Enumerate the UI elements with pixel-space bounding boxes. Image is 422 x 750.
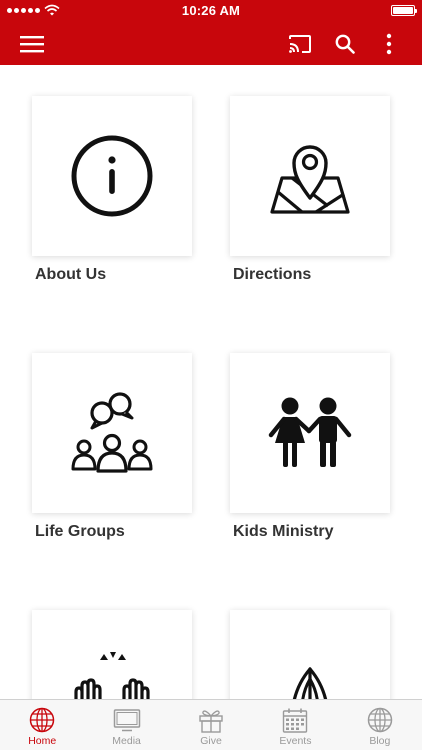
tile-label: About Us bbox=[35, 266, 107, 283]
tile-card[interactable] bbox=[32, 96, 192, 256]
tab-label: Media bbox=[112, 735, 141, 747]
children-icon bbox=[268, 397, 352, 467]
app-header: 10:26 AM bbox=[0, 0, 422, 65]
worship-hands-icon bbox=[74, 652, 150, 699]
group-chat-icon bbox=[71, 392, 153, 473]
tab-label: Events bbox=[279, 735, 312, 747]
toolbar bbox=[0, 22, 422, 65]
tile-prayer[interactable] bbox=[230, 610, 390, 699]
calendar-icon bbox=[283, 708, 308, 733]
search-icon[interactable] bbox=[331, 30, 359, 58]
tab-label: Blog bbox=[369, 735, 391, 747]
tab-events[interactable]: Events bbox=[253, 700, 337, 750]
status-time: 10:26 AM bbox=[181, 3, 241, 18]
battery-icon bbox=[391, 5, 417, 16]
tile-life-groups[interactable]: Life Groups bbox=[32, 353, 192, 541]
globe-icon bbox=[367, 707, 393, 733]
tv-icon bbox=[113, 709, 140, 732]
cast-icon[interactable] bbox=[286, 30, 314, 58]
hamburger-menu-icon[interactable] bbox=[18, 30, 46, 58]
tile-worship[interactable] bbox=[32, 610, 192, 699]
tile-directions[interactable]: Directions bbox=[230, 96, 390, 284]
tab-give[interactable]: Give bbox=[169, 700, 253, 750]
gift-icon bbox=[199, 710, 223, 733]
status-bar: 10:26 AM bbox=[0, 0, 422, 22]
home-grid: About Us Directions Life Groups Kids Min… bbox=[0, 65, 422, 699]
tile-label: Kids Ministry bbox=[233, 523, 334, 540]
praying-hands-icon bbox=[292, 667, 328, 699]
tile-about-us[interactable]: About Us bbox=[32, 96, 192, 284]
tab-label: Give bbox=[200, 735, 222, 747]
tile-label: Life Groups bbox=[35, 523, 125, 540]
globe-icon bbox=[29, 707, 55, 733]
tile-card[interactable] bbox=[32, 610, 192, 699]
tile-card[interactable] bbox=[230, 353, 390, 513]
tab-home[interactable]: Home bbox=[0, 700, 84, 750]
info-icon bbox=[71, 135, 153, 217]
tab-blog[interactable]: Blog bbox=[338, 700, 422, 750]
tile-card[interactable] bbox=[230, 96, 390, 256]
tile-card[interactable] bbox=[32, 353, 192, 513]
tile-kids-ministry[interactable]: Kids Ministry bbox=[230, 353, 390, 541]
tab-media[interactable]: Media bbox=[84, 700, 168, 750]
tile-card[interactable] bbox=[230, 610, 390, 699]
tile-label: Directions bbox=[233, 266, 312, 283]
map-pin-icon bbox=[270, 145, 350, 214]
tab-label: Home bbox=[28, 735, 57, 747]
more-vertical-icon[interactable] bbox=[375, 30, 403, 58]
tab-bar: Home Media Give Events Blog bbox=[0, 699, 422, 750]
